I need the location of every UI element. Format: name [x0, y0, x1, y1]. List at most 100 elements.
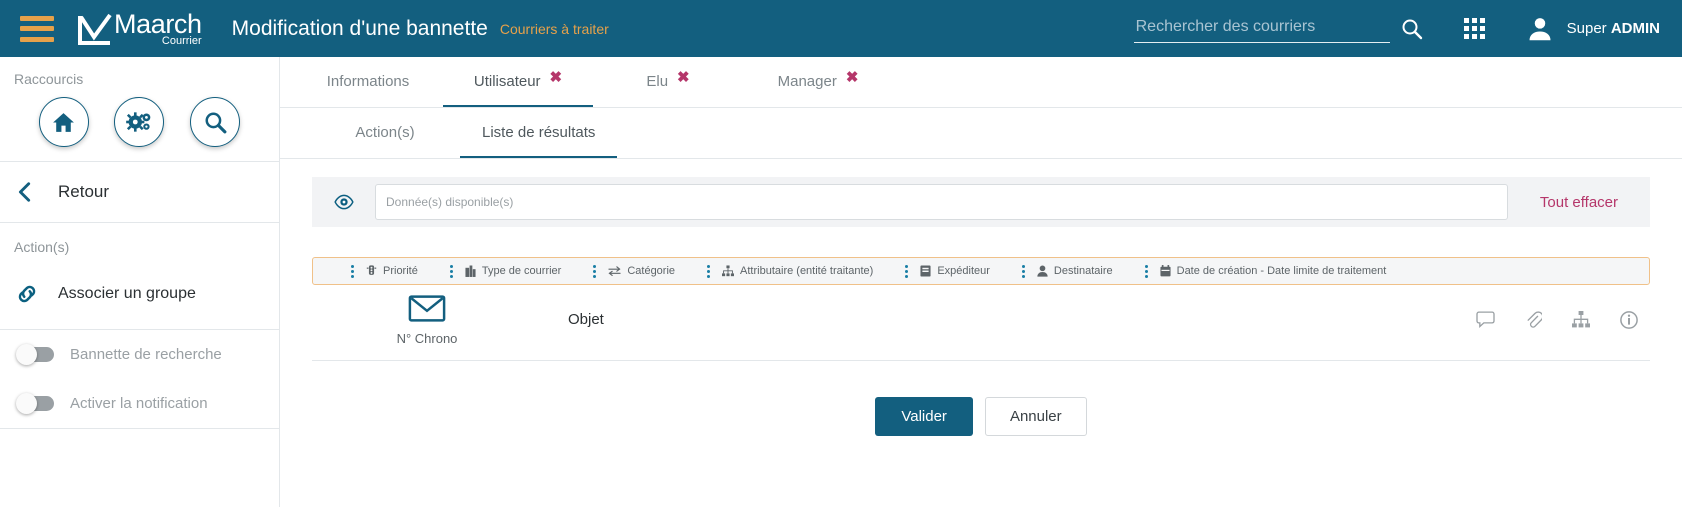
- toggle-activer-la-notification[interactable]: [16, 393, 54, 414]
- column-drag-handle-icon[interactable]: [351, 264, 354, 278]
- maarch-checkmark-logo-icon: [78, 13, 112, 45]
- page-subtitle: Courriers à traiter: [499, 20, 609, 37]
- user-last-name: ADMIN: [1610, 20, 1660, 37]
- grid-dot: [1471, 18, 1477, 23]
- available-data-input[interactable]: [375, 184, 1508, 220]
- column-categorie[interactable]: Catégorie: [561, 264, 676, 278]
- subtab-label: Action(s): [355, 123, 415, 141]
- form-footer-buttons: Valider Annuler: [312, 397, 1650, 436]
- column-label: Type de courrier: [481, 265, 562, 277]
- column-attributaire[interactable]: Attributaire (entité traitante): [675, 264, 874, 278]
- eye-icon[interactable]: [334, 194, 354, 210]
- home-icon: [53, 112, 75, 132]
- search-input[interactable]: [1133, 14, 1390, 43]
- sitemap-icon: [722, 265, 735, 277]
- column-label: Attributaire (entité traitante): [740, 265, 874, 277]
- logo-main-text: Maarch: [114, 8, 202, 39]
- tab-label: Manager: [777, 72, 837, 90]
- column-priorite[interactable]: Priorité: [319, 264, 418, 278]
- column-drag-handle-icon[interactable]: [1021, 264, 1025, 278]
- shortcut-administration[interactable]: [114, 97, 165, 147]
- toggle-bannette-de-recherche[interactable]: [16, 344, 54, 365]
- cancel-button[interactable]: Annuler: [984, 397, 1087, 436]
- traffic-light-icon: [366, 265, 377, 277]
- grid-dot: [1471, 26, 1477, 31]
- toggle-row-bannette-de-recherche: Bannette de recherche: [0, 330, 279, 379]
- column-drag-handle-icon[interactable]: [905, 264, 909, 278]
- envelope-icon: [408, 295, 446, 322]
- subtab-label: Liste de résultats: [482, 123, 596, 141]
- result-row-preview: N° Chrono Objet: [312, 285, 1650, 360]
- chrono-cell: N° Chrono: [312, 293, 512, 346]
- grid-dot: [1463, 26, 1469, 31]
- exchange-arrows-icon: [608, 265, 621, 277]
- sidebar-action-associer-un-groupe[interactable]: Associer un groupe: [0, 269, 279, 329]
- sub-tab-bar: Action(s) Liste de résultats: [280, 108, 1682, 159]
- grid-dot: [1479, 26, 1485, 31]
- grid-dot: [1479, 18, 1485, 23]
- shortcuts-row: [0, 87, 279, 161]
- column-destinataire[interactable]: Destinataire: [990, 264, 1113, 278]
- shortcut-search[interactable]: [190, 97, 241, 147]
- tab-close-icon[interactable]: ✖: [846, 68, 859, 86]
- column-label: Destinataire: [1053, 265, 1113, 277]
- user-icon: [1037, 265, 1048, 277]
- divider: [0, 428, 279, 429]
- page-title: Modification d'une bannette: [231, 16, 488, 40]
- top-header-bar: Maarch Courrier Modification d'une banne…: [0, 0, 1682, 57]
- tab-utilisateur[interactable]: Utilisateur ✖: [443, 57, 593, 107]
- column-type-de-courrier[interactable]: Type de courrier: [418, 264, 562, 278]
- grid-dot: [1471, 34, 1477, 39]
- hamburger-line: [20, 36, 54, 42]
- column-drag-handle-icon[interactable]: [1144, 264, 1148, 278]
- sitemap-icon[interactable]: [1572, 311, 1590, 328]
- grid-apps-icon[interactable]: [1463, 18, 1485, 39]
- tab-label: Informations: [326, 72, 410, 90]
- book-icon: [920, 265, 931, 277]
- toggle-label: Activer la notification: [70, 395, 208, 412]
- column-date-de-creation[interactable]: Date de création - Date limite de traite…: [1113, 264, 1387, 278]
- chrono-label: N° Chrono: [396, 331, 458, 346]
- tab-informations[interactable]: Informations: [293, 57, 443, 107]
- tab-manager[interactable]: Manager ✖: [743, 57, 893, 107]
- back-button[interactable]: Retour: [0, 162, 279, 222]
- main-content: Informations Utilisateur ✖ Elu ✖ Manager…: [280, 57, 1682, 507]
- column-label: Date de création - Date limite de traite…: [1176, 265, 1387, 277]
- user-first-name: Super: [1566, 20, 1611, 37]
- column-drag-handle-icon[interactable]: [449, 264, 453, 278]
- column-drag-handle-icon[interactable]: [707, 264, 711, 278]
- subtab-liste-de-resultats[interactable]: Liste de résultats: [460, 108, 618, 158]
- actions-section-label: Action(s): [14, 239, 70, 255]
- column-drag-handle-icon[interactable]: [593, 264, 597, 278]
- header-search: [1133, 14, 1424, 43]
- link-icon: [18, 285, 36, 303]
- clear-all-link[interactable]: Tout effacer: [1508, 194, 1650, 211]
- search-icon: [205, 111, 227, 133]
- tab-panel: Tout effacer: [280, 159, 1682, 436]
- header-right-controls: Super ADMIN: [1133, 14, 1682, 44]
- validate-button[interactable]: Valider: [875, 397, 973, 436]
- shortcut-home[interactable]: [38, 97, 89, 147]
- main-tab-bar: Informations Utilisateur ✖ Elu ✖ Manager…: [280, 57, 1682, 108]
- subtab-actions[interactable]: Action(s): [310, 108, 460, 158]
- hamburger-line: [20, 15, 54, 21]
- grid-dot: [1463, 18, 1469, 23]
- tab-label: Elu: [646, 72, 669, 90]
- info-icon[interactable]: [1620, 310, 1638, 329]
- app-logo[interactable]: Maarch Courrier: [77, 8, 202, 47]
- result-list-preview: Priorité Type de courrier Catégorie Attr…: [312, 257, 1650, 361]
- hamburger-menu-icon[interactable]: [20, 15, 54, 42]
- attachment-icon[interactable]: [1525, 310, 1544, 329]
- comment-icon[interactable]: [1476, 311, 1495, 328]
- user-menu[interactable]: Super ADMIN: [1525, 14, 1660, 44]
- chevron-left-icon: [18, 182, 31, 202]
- tab-close-icon[interactable]: ✖: [677, 68, 690, 86]
- page-body: Raccourcis Retour Action(s) Associer un …: [0, 57, 1682, 507]
- tab-close-icon[interactable]: ✖: [550, 68, 563, 86]
- toggle-label: Bannette de recherche: [70, 346, 222, 363]
- column-label: Catégorie: [627, 265, 676, 277]
- tab-elu[interactable]: Elu ✖: [593, 57, 743, 107]
- column-expediteur[interactable]: Expéditeur: [873, 264, 990, 278]
- back-button-label: Retour: [58, 182, 110, 201]
- search-icon[interactable]: [1390, 17, 1424, 41]
